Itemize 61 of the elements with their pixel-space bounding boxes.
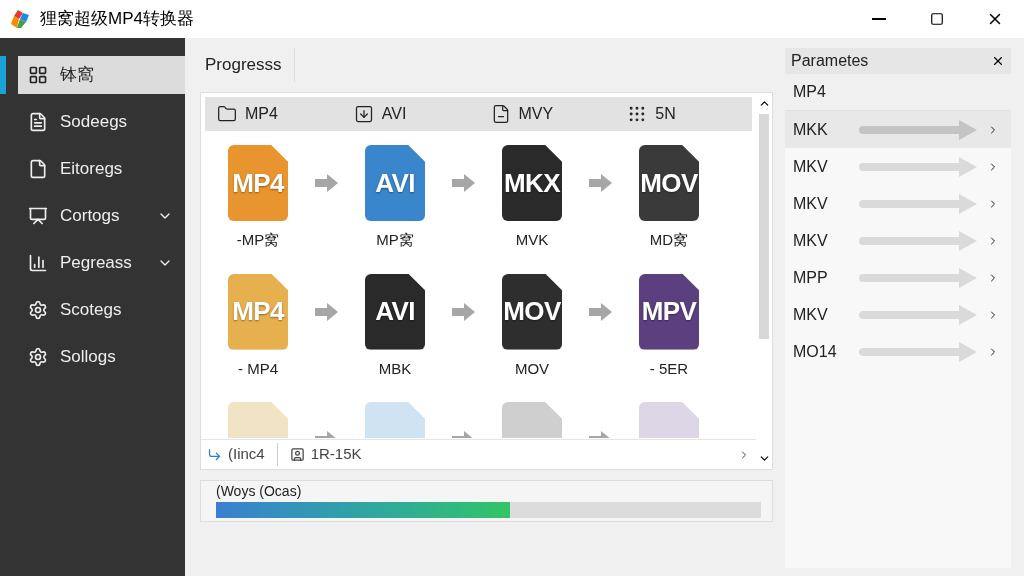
- file-type-icon[interactable]: AVI: [365, 273, 425, 350]
- arrow-icon: [207, 447, 222, 462]
- screen-icon: [28, 206, 48, 226]
- scroll-thumb[interactable]: [759, 114, 769, 339]
- file-type-icon[interactable]: AVI: [365, 145, 425, 221]
- progress-label: (Woys (Ocas): [216, 484, 303, 498]
- arrow-icon: [314, 173, 339, 193]
- arrow-icon: [588, 173, 613, 193]
- sidebar-item[interactable]: Pegreass: [18, 244, 185, 282]
- arrow-icon: [314, 301, 339, 322]
- parameter-item[interactable]: MKV: [785, 222, 1011, 259]
- folder-icon: [217, 104, 237, 124]
- chart-icon: [28, 253, 48, 273]
- window-title: 狸窝超级MP4转换器: [40, 8, 194, 31]
- arrow-icon: [451, 301, 476, 322]
- close-icon[interactable]: [991, 54, 1005, 68]
- maximize-icon: [930, 12, 944, 26]
- grid-icon: [28, 65, 48, 85]
- file-label: MP窝: [376, 230, 414, 250]
- file-label: MD窝: [649, 230, 689, 250]
- parameter-item[interactable]: MKV: [785, 296, 1011, 333]
- file-label: - 5ER: [649, 358, 689, 379]
- file-type-icon[interactable]: MOV: [502, 273, 562, 350]
- file-type-icon[interactable]: MPV: [639, 273, 699, 350]
- status-text: 1R-15K: [310, 444, 362, 465]
- format-button[interactable]: 5N: [615, 102, 752, 126]
- format-button[interactable]: MVY: [478, 102, 616, 126]
- file-label: MVK: [515, 230, 549, 250]
- settings-icon: [28, 347, 48, 367]
- status-text: (Iinc4: [228, 444, 265, 465]
- sidebar-item[interactable]: Sodeegs: [18, 103, 185, 141]
- parameter-item[interactable]: MKK: [785, 111, 1011, 148]
- parameter-item[interactable]: MO14: [785, 333, 1011, 370]
- file-label: -MP窝: [236, 230, 280, 250]
- arrow-icon: [451, 173, 476, 193]
- face-icon: [289, 447, 305, 462]
- format-button[interactable]: AVI: [341, 102, 479, 126]
- sidebar-item[interactable]: Scotegs: [18, 291, 185, 329]
- parameter-item[interactable]: MKV: [785, 148, 1011, 185]
- file-label: - MP4: [238, 358, 278, 379]
- sidebar-item[interactable]: Sollogs: [18, 338, 185, 376]
- file-type-icon[interactable]: MOV: [639, 145, 699, 221]
- format-heading: MP4: [792, 82, 827, 102]
- progress-tab[interactable]: Progresss: [200, 48, 295, 82]
- arrow-icon: [588, 301, 613, 322]
- sidebar-item[interactable]: Eitoregs: [18, 150, 185, 188]
- settings-icon: [28, 300, 48, 320]
- document-icon: [28, 159, 48, 179]
- format-button[interactable]: MP4: [205, 102, 342, 126]
- file-label: MOV: [514, 358, 550, 379]
- parameter-item[interactable]: MPP: [785, 259, 1011, 296]
- sidebar-item[interactable]: 钵窩: [18, 56, 185, 94]
- file-type-icon[interactable]: MKX: [502, 145, 562, 221]
- minimize-icon: [872, 18, 886, 20]
- app-logo-icon: [8, 8, 32, 30]
- panel-title: Parametes: [791, 51, 869, 71]
- sidebar-item[interactable]: Cortogs: [18, 197, 185, 235]
- import-icon: [353, 104, 374, 124]
- document-icon: [28, 112, 48, 132]
- parameter-item[interactable]: MKV: [785, 185, 1011, 222]
- file-label: MBK: [378, 358, 412, 379]
